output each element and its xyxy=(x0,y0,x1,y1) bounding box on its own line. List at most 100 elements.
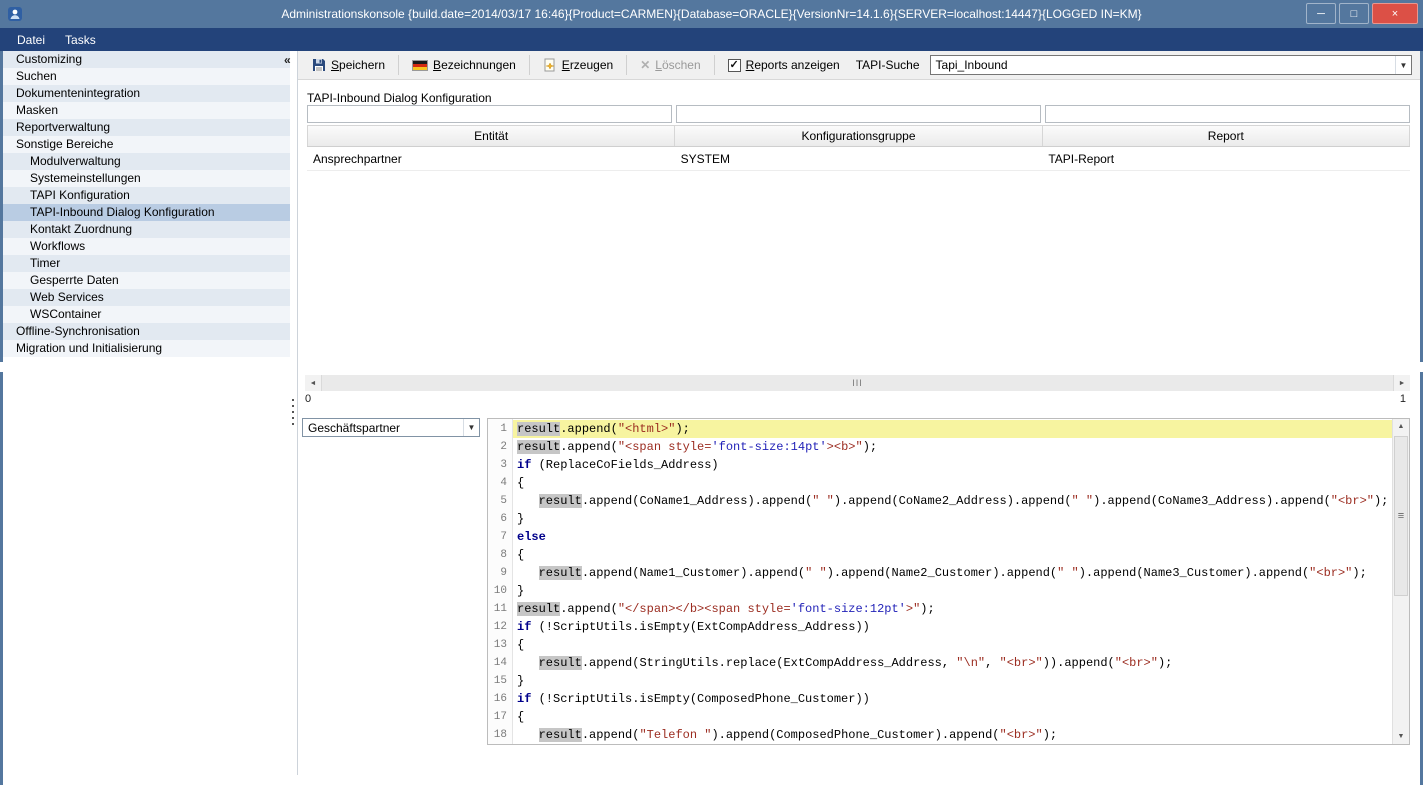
table-cell: Ansprechpartner xyxy=(307,147,675,170)
menu-bar: Datei Tasks xyxy=(0,28,1423,51)
sidebar-item-sonstige-bereiche[interactable]: Sonstige Bereiche xyxy=(3,136,290,153)
filter-input-2[interactable] xyxy=(1045,105,1410,123)
sidebar-item-web-services[interactable]: Web Services xyxy=(3,289,290,306)
sidebar-item-gesperrte-daten[interactable]: Gesperrte Daten xyxy=(3,272,290,289)
checkbox-checked-icon: ✓ xyxy=(728,59,741,72)
sidebar-item-reportverwaltung[interactable]: Reportverwaltung xyxy=(3,119,290,136)
bezeichnungen-button-label: Bezeichnungen xyxy=(433,58,516,72)
code-line[interactable]: } xyxy=(513,510,1392,528)
entity-combobox-value: Geschäftspartner xyxy=(303,421,463,435)
code-line[interactable]: result.append("Telefon ").append(Compose… xyxy=(513,726,1392,744)
line-number: 13 xyxy=(488,636,512,654)
reports-anzeigen-checkbox[interactable]: ✓ Reports anzeigen xyxy=(724,56,844,74)
sidebar-item-dokumentenintegration[interactable]: Dokumentenintegration xyxy=(3,85,290,102)
save-button-label: Speichern xyxy=(331,58,385,72)
close-button[interactable]: × xyxy=(1372,3,1418,24)
vertical-scroll-thumb[interactable]: ≡ xyxy=(1394,436,1408,596)
code-line[interactable]: result.append("</span></b><span style='f… xyxy=(513,600,1392,618)
filter-row xyxy=(307,105,1410,123)
menu-item-tasks[interactable]: Tasks xyxy=(56,30,105,50)
app-icon xyxy=(7,6,23,22)
sidebar-item-migration-und-initialisierung[interactable]: Migration und Initialisierung xyxy=(3,340,290,357)
sidebar-item-systemeinstellungen[interactable]: Systemeinstellungen xyxy=(3,170,290,187)
toolbar: Speichern Bezeichnungen Erzeugen ✕ Lösch… xyxy=(298,51,1420,80)
code-line[interactable]: if (ReplaceCoFields_Address) xyxy=(513,456,1392,474)
tapi-suche-label: TAPI-Suche xyxy=(856,58,920,72)
window-controls: ─ □ × xyxy=(1306,3,1418,24)
sidebar-item-tapi-inbound-dialog-konfiguration[interactable]: TAPI-Inbound Dialog Konfiguration xyxy=(3,204,290,221)
code-editor[interactable]: 123456789101112131415161718 result.appen… xyxy=(487,418,1410,745)
loeschen-button[interactable]: ✕ Löschen xyxy=(636,56,704,74)
code-line[interactable]: else xyxy=(513,528,1392,546)
column-header[interactable]: Konfigurationsgruppe xyxy=(675,126,1042,146)
menu-item-datei[interactable]: Datei xyxy=(8,30,54,50)
table-body: AnsprechpartnerSYSTEMTAPI-Report xyxy=(307,147,1410,171)
sidebar-item-wscontainer[interactable]: WSContainer xyxy=(3,306,290,323)
row-count-right: 1 xyxy=(1400,393,1406,408)
code-line[interactable]: } xyxy=(513,672,1392,690)
scroll-down-arrow-icon[interactable]: ▼ xyxy=(1393,729,1409,744)
sidebar-item-kontakt-zuordnung[interactable]: Kontakt Zuordnung xyxy=(3,221,290,238)
collapse-sidebar-icon[interactable]: « xyxy=(284,54,291,66)
line-number: 11 xyxy=(488,600,512,618)
sidebar-item-customizing[interactable]: Customizing xyxy=(3,51,290,68)
line-number: 17 xyxy=(488,708,512,726)
filter-input-1[interactable] xyxy=(676,105,1041,123)
sidebar-item-tapi-konfiguration[interactable]: TAPI Konfiguration xyxy=(3,187,290,204)
code-line[interactable]: { xyxy=(513,474,1392,492)
delete-icon: ✕ xyxy=(640,59,650,71)
record-counts: 0 1 xyxy=(305,393,1406,408)
line-number: 16 xyxy=(488,690,512,708)
sidebar-item-suchen[interactable]: Suchen xyxy=(3,68,290,85)
line-number: 10 xyxy=(488,582,512,600)
code-line[interactable]: { xyxy=(513,546,1392,564)
code-line[interactable]: result.append("<span style='font-size:14… xyxy=(513,438,1392,456)
table-row[interactable]: AnsprechpartnerSYSTEMTAPI-Report xyxy=(307,147,1410,171)
code-line[interactable]: { xyxy=(513,636,1392,654)
sidebar-item-masken[interactable]: Masken xyxy=(3,102,290,119)
line-number-gutter: 123456789101112131415161718 xyxy=(488,419,513,744)
sidebar-tree: CustomizingSuchenDokumentenintegrationMa… xyxy=(3,51,290,775)
sidebar-item-timer[interactable]: Timer xyxy=(3,255,290,272)
line-number: 3 xyxy=(488,456,512,474)
splitter-handle[interactable] xyxy=(291,399,295,425)
scroll-up-arrow-icon[interactable]: ▲ xyxy=(1393,419,1409,434)
toolbar-separator xyxy=(714,55,715,75)
column-header[interactable]: Report xyxy=(1043,126,1410,146)
toolbar-separator xyxy=(398,55,399,75)
horizontal-scrollbar[interactable]: ◄ III ► xyxy=(305,375,1410,391)
line-number: 5 xyxy=(488,492,512,510)
tapi-suche-combobox[interactable]: Tapi_Inbound ▼ xyxy=(930,55,1412,75)
bezeichnungen-button[interactable]: Bezeichnungen xyxy=(408,56,520,74)
title-bar: Administrationskonsole {build.date=2014/… xyxy=(0,0,1423,28)
code-line[interactable]: result.append("<html>"); xyxy=(513,420,1392,438)
row-count-left: 0 xyxy=(305,393,311,408)
code-line[interactable]: result.append(StringUtils.replace(ExtCom… xyxy=(513,654,1392,672)
sidebar-item-offline-synchronisation[interactable]: Offline-Synchronisation xyxy=(3,323,290,340)
minimize-button[interactable]: ─ xyxy=(1306,3,1336,24)
filter-input-0[interactable] xyxy=(307,105,672,123)
entity-combobox[interactable]: Geschäftspartner ▼ xyxy=(302,418,480,437)
code-area[interactable]: result.append("<html>");result.append("<… xyxy=(513,419,1392,744)
code-line[interactable]: if (!ScriptUtils.isEmpty(ExtCompAddress_… xyxy=(513,618,1392,636)
horizontal-scroll-thumb[interactable]: III xyxy=(321,375,1394,391)
sidebar-item-modulverwaltung[interactable]: Modulverwaltung xyxy=(3,153,290,170)
panel-title: TAPI-Inbound Dialog Konfiguration xyxy=(307,91,492,105)
sidebar-item-workflows[interactable]: Workflows xyxy=(3,238,290,255)
vertical-scrollbar[interactable]: ▲ ≡ ▼ xyxy=(1392,419,1409,744)
scroll-right-arrow-icon[interactable]: ► xyxy=(1394,375,1410,391)
save-button[interactable]: Speichern xyxy=(308,56,389,74)
erzeugen-button[interactable]: Erzeugen xyxy=(539,56,617,74)
code-line[interactable]: } xyxy=(513,582,1392,600)
chevron-down-icon[interactable]: ▼ xyxy=(1395,56,1411,74)
scroll-left-arrow-icon[interactable]: ◄ xyxy=(305,375,321,391)
loeschen-button-label: Löschen xyxy=(655,58,700,72)
code-line[interactable]: { xyxy=(513,708,1392,726)
code-line[interactable]: if (!ScriptUtils.isEmpty(ComposedPhone_C… xyxy=(513,690,1392,708)
code-line[interactable]: result.append(Name1_Customer).append(" "… xyxy=(513,564,1392,582)
code-line[interactable]: result.append(CoName1_Address).append(" … xyxy=(513,492,1392,510)
flag-icon xyxy=(412,60,428,71)
column-header[interactable]: Entität xyxy=(307,126,675,146)
chevron-down-icon[interactable]: ▼ xyxy=(463,419,479,436)
maximize-button[interactable]: □ xyxy=(1339,3,1369,24)
